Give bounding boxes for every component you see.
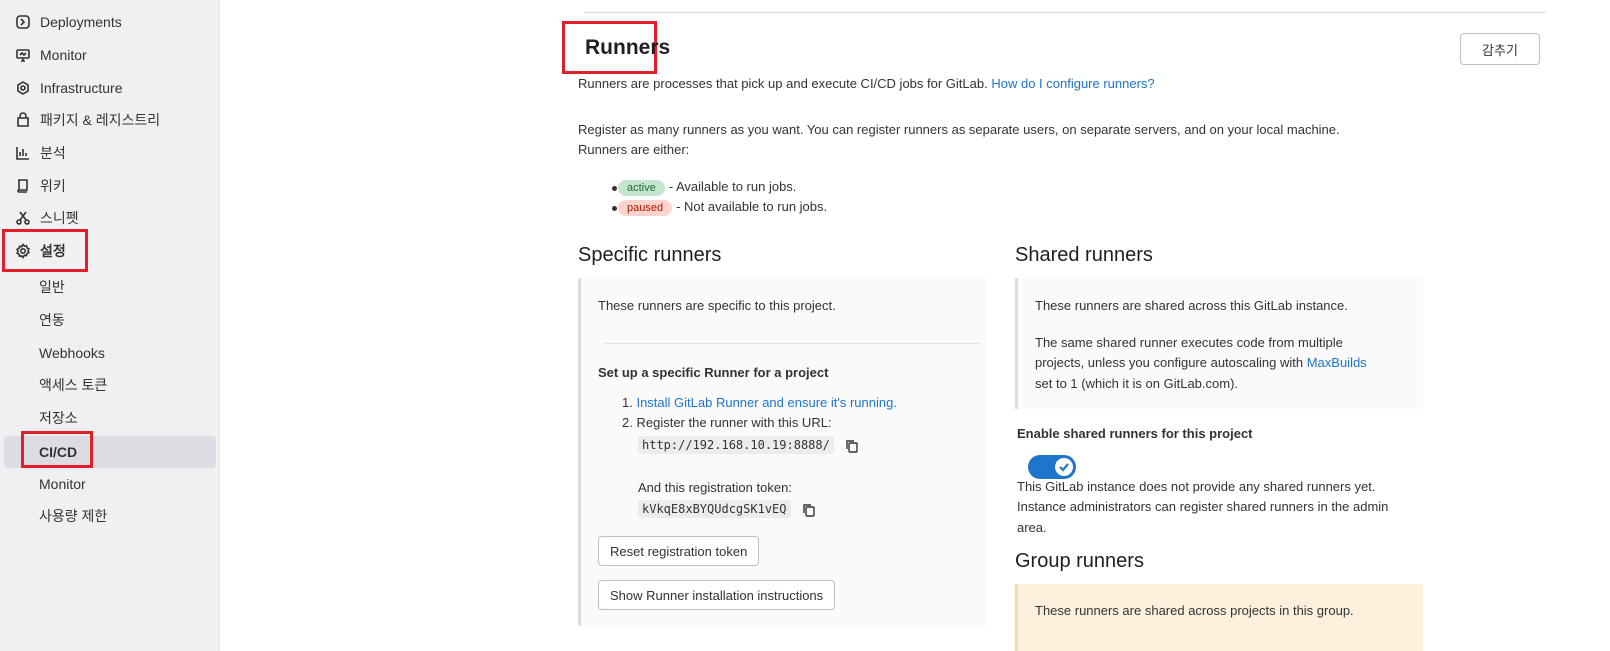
deployments-icon bbox=[15, 14, 31, 30]
active-badge: active bbox=[618, 180, 665, 196]
sidebar-item-label: 설정 bbox=[40, 243, 66, 259]
shared-note-line3: area. bbox=[1017, 520, 1047, 535]
sidebar-item-settings[interactable]: 설정 bbox=[0, 237, 66, 265]
sidebar-item-label: Deployments bbox=[40, 14, 122, 30]
shared-desc2-line3: set to 1 (which it is on GitLab.com). bbox=[1035, 376, 1239, 391]
sidebar-item-snippets[interactable]: 스니펫 bbox=[0, 204, 79, 232]
sidebar-subitem-usage-quotas[interactable]: 사용량 제한 bbox=[39, 505, 107, 527]
specific-runners-title: Specific runners bbox=[578, 244, 722, 266]
step-2: 2. Register the runner with this URL: bbox=[622, 413, 832, 433]
sidebar-item-analytics[interactable]: 분석 bbox=[0, 139, 66, 167]
token-label: And this registration token: bbox=[638, 480, 792, 495]
shared-desc: These runners are shared across this Git… bbox=[1035, 298, 1348, 313]
specific-desc: These runners are specific to this proje… bbox=[598, 298, 836, 313]
shared-desc2-line2: projects, unless you configure autoscali… bbox=[1035, 353, 1367, 373]
sidebar: Deployments Monitor Infrastructure 패키지 &… bbox=[0, 0, 220, 651]
analytics-icon bbox=[15, 145, 31, 161]
infrastructure-icon bbox=[15, 80, 31, 96]
sidebar-item-label: Monitor bbox=[40, 47, 87, 63]
panel-divider bbox=[604, 343, 980, 344]
package-icon bbox=[15, 112, 31, 128]
register-line1: Register as many runners as you want. Yo… bbox=[578, 122, 1340, 137]
monitor-icon bbox=[15, 47, 31, 63]
active-item-highlight bbox=[4, 436, 216, 468]
sidebar-item-label: 분석 bbox=[40, 145, 66, 161]
group-desc: These runners are shared across projects… bbox=[1035, 603, 1354, 618]
setup-title: Set up a specific Runner for a project bbox=[598, 365, 829, 380]
runner-url: http://192.168.10.19:8888/ bbox=[638, 436, 834, 454]
step-1: 1. Install GitLab Runner and ensure it's… bbox=[622, 393, 897, 413]
registration-token: kVkqE8xBYQUdcgSK1vEQ bbox=[638, 500, 791, 518]
register-line2: Runners are either: bbox=[578, 142, 690, 157]
status-paused-line: paused - Not available to run jobs. bbox=[618, 197, 827, 217]
sidebar-item-label: Infrastructure bbox=[40, 80, 123, 96]
sidebar-item-infrastructure[interactable]: Infrastructure bbox=[0, 74, 122, 102]
snippet-icon bbox=[15, 210, 31, 226]
sidebar-subitem-webhooks[interactable]: Webhooks bbox=[39, 342, 105, 364]
sidebar-subitem-monitor[interactable]: Monitor bbox=[39, 473, 86, 495]
sidebar-item-packages[interactable]: 패키지 & 레지스트리 bbox=[0, 106, 160, 134]
copy-token-icon[interactable] bbox=[802, 503, 816, 517]
sidebar-item-wiki[interactable]: 위키 bbox=[0, 172, 66, 200]
shared-note-line1: This GitLab instance does not provide an… bbox=[1017, 479, 1376, 494]
copy-url-icon[interactable] bbox=[845, 439, 859, 453]
sidebar-item-monitor[interactable]: Monitor bbox=[0, 41, 87, 69]
reset-token-button[interactable]: Reset registration token bbox=[598, 536, 760, 566]
shared-desc2-text: projects, unless you configure autoscali… bbox=[1035, 355, 1304, 370]
step-2-number: 2. bbox=[622, 415, 633, 430]
paused-desc: - Not available to run jobs. bbox=[676, 199, 828, 214]
sidebar-subitem-repository[interactable]: 저장소 bbox=[39, 407, 78, 429]
token-row: kVkqE8xBYQUdcgSK1vEQ bbox=[638, 499, 816, 519]
shared-runners-toggle[interactable] bbox=[1028, 455, 1076, 479]
url-row: http://192.168.10.19:8888/ bbox=[638, 435, 859, 455]
page-title: Runners bbox=[585, 36, 671, 59]
shared-desc2-line1: The same shared runner executes code fro… bbox=[1035, 335, 1343, 350]
intro-text: Runners are processes that pick up and e… bbox=[578, 76, 988, 91]
sidebar-item-label: 위키 bbox=[40, 178, 66, 194]
sidebar-item-label: 패키지 & 레지스트리 bbox=[40, 112, 161, 128]
enable-shared-label: Enable shared runners for this project bbox=[1017, 426, 1253, 441]
status-active-line: active - Available to run jobs. bbox=[618, 177, 796, 197]
book-icon bbox=[15, 178, 31, 194]
sidebar-subitem-cicd[interactable]: CI/CD bbox=[39, 441, 77, 463]
section-divider bbox=[584, 12, 1546, 13]
sidebar-subitem-integrations[interactable]: 연동 bbox=[39, 309, 65, 331]
shared-note-line2: Instance administrators can register sha… bbox=[1017, 499, 1389, 514]
sidebar-item-deployments[interactable]: Deployments bbox=[0, 8, 122, 36]
collapse-button[interactable]: 감추기 bbox=[1460, 33, 1540, 65]
step-1-number: 1. bbox=[622, 395, 633, 410]
runners-intro: Runners are processes that pick up and e… bbox=[578, 74, 1155, 94]
bullet bbox=[612, 186, 617, 191]
sidebar-item-label: 스니펫 bbox=[40, 210, 79, 226]
paused-badge: paused bbox=[618, 200, 673, 216]
shared-runners-title: Shared runners bbox=[1015, 244, 1153, 266]
sidebar-subitem-access-tokens[interactable]: 액세스 토큰 bbox=[39, 374, 107, 396]
group-runners-title: Group runners bbox=[1015, 550, 1144, 572]
sidebar-subitem-general[interactable]: 일반 bbox=[39, 276, 65, 298]
maxbuilds-link[interactable]: MaxBuilds bbox=[1307, 355, 1367, 370]
active-desc: - Available to run jobs. bbox=[668, 179, 797, 194]
bullet bbox=[612, 206, 617, 211]
install-runner-link[interactable]: Install GitLab Runner and ensure it's ru… bbox=[636, 395, 896, 410]
check-icon bbox=[1055, 458, 1073, 476]
configure-runners-link[interactable]: How do I configure runners? bbox=[991, 76, 1154, 91]
step-2-text: Register the runner with this URL: bbox=[636, 415, 832, 430]
gear-icon bbox=[15, 243, 31, 259]
show-instructions-button[interactable]: Show Runner installation instructions bbox=[598, 580, 836, 610]
